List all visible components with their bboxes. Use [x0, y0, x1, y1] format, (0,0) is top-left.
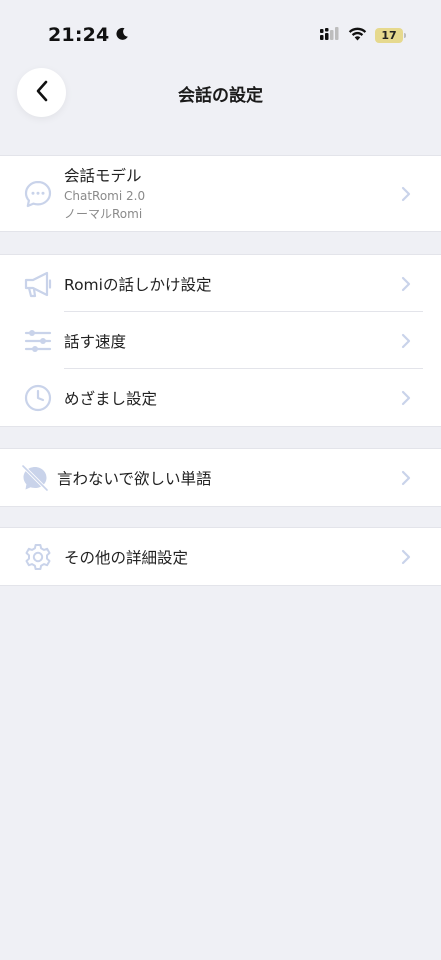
battery-indicator: 17	[375, 28, 406, 43]
header: 会話の設定	[0, 68, 441, 118]
romi-talk-row[interactable]: Romiの話しかけ設定	[0, 255, 441, 312]
model-type: ノーマルRomi	[64, 207, 143, 221]
ng-words-row[interactable]: 言わないで欲しい単語	[0, 449, 441, 506]
alarm-row[interactable]: めざまし設定	[0, 369, 441, 426]
chevron-right-icon	[401, 276, 411, 292]
megaphone-icon	[23, 269, 53, 299]
muted-speech-icon	[20, 463, 50, 493]
model-text: 会話モデル ChatRomi 2.0 ノーマルRomi	[64, 165, 145, 223]
status-bar: 21:24 17	[0, 0, 441, 60]
romi-talk-label: Romiの話しかけ設定	[64, 275, 212, 294]
chevron-right-icon	[401, 333, 411, 349]
ng-words-label: 言わないで欲しい単語	[57, 469, 212, 488]
chevron-right-icon	[401, 470, 411, 486]
status-time: 21:24	[48, 24, 129, 46]
other-section: その他の詳細設定	[0, 527, 441, 586]
sliders-icon	[23, 326, 53, 356]
talk-section: Romiの話しかけ設定 話す速度 めざまし設定	[0, 254, 441, 427]
page-title: 会話の設定	[178, 86, 263, 106]
gear-icon	[23, 542, 53, 572]
chat-bubble-icon	[23, 179, 53, 209]
signal-icon	[320, 26, 340, 45]
words-section: 言わないで欲しい単語	[0, 448, 441, 507]
clock-icon	[23, 383, 53, 413]
status-right: 17	[320, 26, 406, 45]
status-time-text: 21:24	[48, 24, 110, 46]
moon-icon	[115, 24, 129, 46]
model-label: 会話モデル	[64, 167, 142, 185]
wifi-icon	[348, 26, 367, 45]
details-row[interactable]: その他の詳細設定	[0, 528, 441, 585]
model-row[interactable]: 会話モデル ChatRomi 2.0 ノーマルRomi	[0, 156, 441, 231]
chevron-right-icon	[401, 390, 411, 406]
chevron-right-icon	[401, 549, 411, 565]
chevron-right-icon	[401, 186, 411, 202]
speed-row[interactable]: 話す速度	[0, 312, 441, 369]
model-section: 会話モデル ChatRomi 2.0 ノーマルRomi	[0, 155, 441, 232]
model-name: ChatRomi 2.0	[64, 189, 146, 203]
alarm-label: めざまし設定	[64, 389, 158, 408]
details-label: その他の詳細設定	[64, 548, 189, 567]
speed-label: 話す速度	[64, 332, 127, 351]
